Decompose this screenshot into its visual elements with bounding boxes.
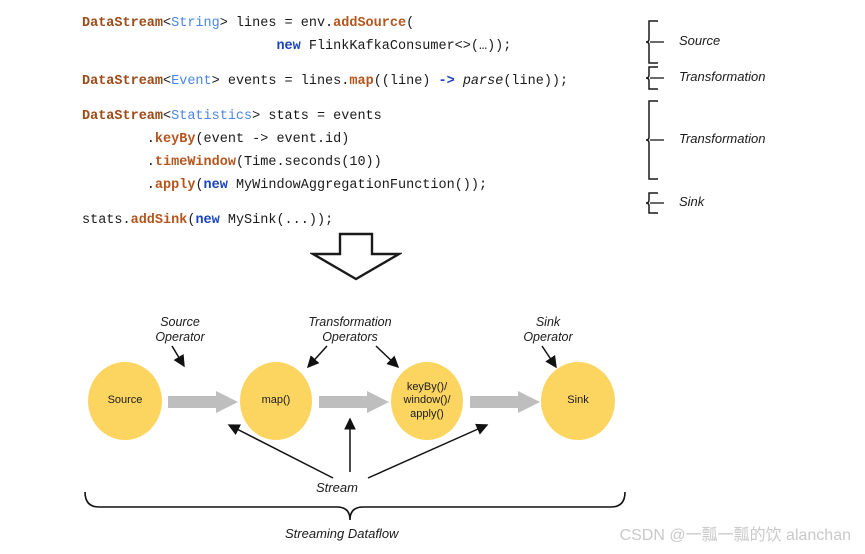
- annotation-label: Transformation: [679, 131, 766, 146]
- map-node[interactable]: map(): [240, 362, 312, 440]
- code-line: DataStream<String> lines = env.addSource…: [82, 12, 642, 35]
- annotation-label: Source: [679, 33, 721, 48]
- flow-arrow-source-to-map: [168, 391, 238, 418]
- code-token-generic: String: [171, 16, 220, 31]
- operator-node-label: map(): [261, 394, 291, 407]
- code-token-kw: ->: [438, 74, 455, 89]
- code-line: .timeWindow(Time.seconds(10)): [82, 151, 642, 174]
- code-line: .keyBy(event -> event.id): [82, 128, 642, 151]
- sink-operator-label: Sink Operator: [523, 315, 573, 344]
- code-token-plain: MyWindowAggregationFunction());: [227, 178, 488, 193]
- code-token-method: map: [349, 74, 374, 89]
- streaming-dataflow-diagram: Source map() keyBy()/ window()/ apply() Sin…: [0, 290, 865, 554]
- code-snippet: DataStream<String> lines = env.addSource…: [82, 12, 642, 232]
- streaming-dataflow-label: Streaming Dataflow: [285, 526, 399, 541]
- code-line: DataStream<Statistics> stats = events: [82, 105, 642, 128]
- code-token-kw: new: [276, 39, 301, 54]
- code-token-plain: ((line): [373, 74, 439, 89]
- code-token-plain: MySink(...));: [219, 213, 334, 228]
- code-token-plain: .: [82, 155, 155, 170]
- operator-node-label: Source: [107, 394, 143, 407]
- code-token-plain: (event -> event.id): [195, 132, 350, 147]
- code-token-type: DataStream: [82, 16, 164, 31]
- window-node[interactable]: keyBy()/ window()/ apply(): [391, 362, 463, 440]
- down-arrow-icon: [308, 232, 404, 287]
- annotation-brace: [645, 100, 668, 185]
- flow-arrow-map-to-window: [319, 391, 389, 418]
- annotation-label: Sink: [679, 194, 705, 209]
- code-token-generic: Statistics: [171, 109, 253, 124]
- code-token-method: apply: [154, 178, 196, 193]
- code-token-generic: Event: [171, 74, 212, 89]
- code-line: stats.addSink(new MySink(...));: [82, 209, 642, 232]
- operator-node-label: Sink: [567, 394, 589, 407]
- annotation-brace: [645, 20, 668, 69]
- flow-arrow-window-to-sink: [470, 391, 540, 418]
- code-token-plain: (: [195, 178, 204, 193]
- code-token-plain: stats.: [82, 213, 131, 228]
- code-token-plain: <: [163, 109, 172, 124]
- code-line: .apply(new MyWindowAggregationFunction()…: [82, 174, 642, 197]
- source-operator-label: Source Operator: [155, 315, 205, 344]
- code-token-plain: > events = lines.: [211, 74, 350, 89]
- code-token-plain: (line));: [503, 74, 569, 89]
- code-line: DataStream<Event> events = lines.map((li…: [82, 70, 642, 93]
- code-token-plain: <: [163, 16, 172, 31]
- code-token-plain: .: [82, 178, 155, 193]
- code-line: new FlinkKafkaConsumer<>(…));: [82, 35, 642, 58]
- annotation-brace: [645, 192, 668, 219]
- stream-label: Stream: [316, 480, 358, 495]
- code-token-plain: FlinkKafkaConsumer<>(…));: [300, 39, 512, 54]
- code-token-italic: parse: [462, 74, 504, 89]
- sink-node[interactable]: Sink: [541, 362, 615, 440]
- source-node[interactable]: Source: [88, 362, 162, 440]
- code-token-method: timeWindow: [154, 155, 236, 170]
- annotation-brace: [645, 66, 668, 95]
- csdn-watermark: CSDN @一瓢一瓢的饮 alanchan: [619, 527, 851, 544]
- operator-node-label: keyBy()/ window()/ apply(): [403, 380, 451, 420]
- code-token-plain: (: [406, 16, 415, 31]
- code-token-method: addSource: [333, 16, 407, 31]
- code-token-plain: .: [82, 132, 155, 147]
- code-token-kw: new: [195, 213, 220, 228]
- code-token-type: DataStream: [82, 109, 164, 124]
- code-token-plain: > stats = events: [252, 109, 382, 124]
- code-token-plain: <: [163, 74, 172, 89]
- transformation-operators-label: Transformation Operators: [308, 315, 392, 344]
- code-token-method: keyBy: [154, 132, 196, 147]
- code-token-plain: > lines = env.: [219, 16, 334, 31]
- code-token-kw: new: [203, 178, 228, 193]
- code-token-method: addSink: [130, 213, 188, 228]
- annotation-label: Transformation: [679, 69, 766, 84]
- code-token-plain: (Time.seconds(10)): [235, 155, 382, 170]
- code-token-type: DataStream: [82, 74, 164, 89]
